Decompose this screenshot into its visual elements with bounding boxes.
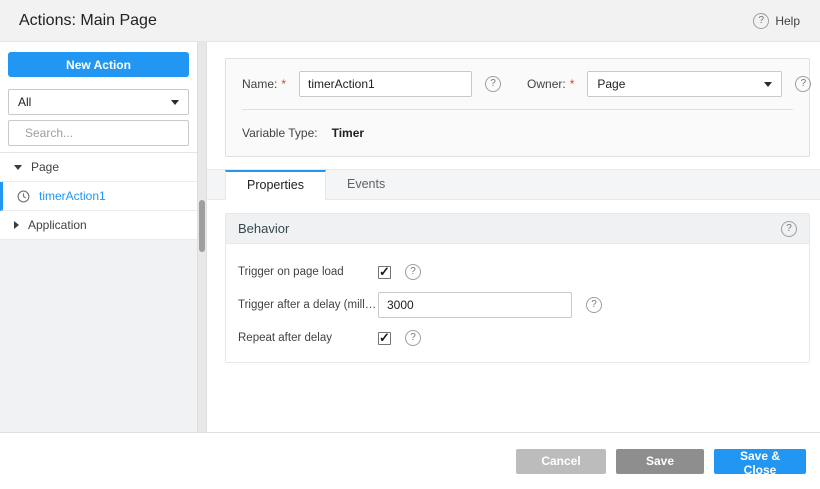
tree-group-page[interactable]: Page — [0, 153, 197, 182]
behavior-panel-body: Trigger on page load ? Trigger after a d… — [226, 244, 809, 362]
save-button[interactable]: Save — [616, 448, 704, 474]
sidebar-scrollbar-track[interactable] — [197, 42, 207, 432]
action-summary-box: Name: * ? Owner: * Page ? Variable Type:… — [225, 58, 812, 157]
trigger-on-page-load-checkbox[interactable] — [378, 264, 391, 280]
owner-label: Owner: — [527, 77, 566, 91]
cancel-button[interactable]: Cancel — [516, 448, 606, 474]
tree-group-label: Page — [31, 160, 60, 174]
name-owner-row: Name: * ? Owner: * Page ? — [226, 59, 812, 109]
tree-group-label: Application — [28, 218, 87, 232]
actions-sidebar: New Action All Page tim — [0, 42, 197, 432]
action-editor-main: Name: * ? Owner: * Page ? Variable Type:… — [207, 42, 820, 432]
trigger-after-delay-label: Trigger after a delay (millisec... — [238, 299, 378, 311]
tree-item-label: timerAction1 — [39, 189, 106, 203]
name-label: Name: — [242, 77, 278, 91]
dialog-footer: Cancel Save Save & Close — [0, 432, 820, 489]
owner-help-icon[interactable]: ? — [795, 76, 812, 92]
tree-item-timeraction1[interactable]: timerAction1 — [0, 182, 197, 211]
trigger-after-delay-row: Trigger after a delay (millisec... ? — [238, 292, 797, 318]
variable-type-label: Variable Type: — [242, 126, 318, 140]
variable-type-row: Variable Type: Timer — [226, 110, 809, 156]
tree-group-application[interactable]: Application — [0, 211, 197, 240]
repeat-after-delay-help-icon[interactable]: ? — [405, 330, 421, 346]
search-box — [8, 120, 189, 146]
search-input[interactable] — [25, 126, 180, 140]
help-label: Help — [775, 13, 800, 28]
tab-properties[interactable]: Properties — [225, 170, 326, 200]
repeat-after-delay-label: Repeat after delay — [238, 332, 332, 344]
caret-right-icon — [14, 221, 19, 229]
sidebar-filler — [0, 240, 197, 432]
trigger-on-page-load-label: Trigger on page load — [238, 266, 344, 278]
behavior-panel-header: Behavior ? — [226, 214, 809, 244]
owner-group: Owner: * Page ? — [527, 71, 812, 97]
caret-down-icon — [14, 164, 22, 170]
help-question-icon: ? — [753, 12, 770, 29]
clock-icon — [17, 190, 30, 202]
trigger-after-delay-input[interactable] — [378, 292, 572, 318]
trigger-on-page-load-help-icon[interactable]: ? — [405, 264, 421, 280]
new-action-button[interactable]: New Action — [8, 52, 189, 77]
name-input[interactable] — [299, 71, 473, 97]
editor-tabstrip: Properties Events — [207, 169, 820, 200]
trigger-after-delay-help-icon[interactable]: ? — [586, 297, 602, 313]
name-help-icon[interactable]: ? — [485, 76, 502, 92]
repeat-after-delay-row: Repeat after delay ? — [238, 330, 797, 346]
dialog-header: Actions: Main Page ? Help — [0, 0, 820, 42]
behavior-section-title: Behavior — [238, 221, 290, 236]
page-title: Actions: Main Page — [19, 11, 157, 29]
owner-required-marker: * — [569, 77, 575, 91]
trigger-on-page-load-row: Trigger on page load ? — [238, 264, 797, 280]
repeat-after-delay-checkbox[interactable] — [378, 330, 391, 346]
behavior-help-icon[interactable]: ? — [781, 220, 797, 237]
sidebar-scrollbar-thumb[interactable] — [199, 200, 205, 252]
variable-type-value: Timer — [331, 126, 365, 140]
tab-events[interactable]: Events — [326, 170, 406, 199]
owner-dropdown-value: Page — [597, 77, 626, 91]
behavior-panel: Behavior ? Trigger on page load ? Trigge… — [225, 213, 810, 363]
filter-dropdown-value: All — [18, 95, 32, 109]
owner-dropdown[interactable]: Page — [587, 71, 783, 97]
help-button[interactable]: ? Help — [753, 12, 800, 29]
chevron-down-icon — [171, 99, 179, 105]
save-and-close-button[interactable]: Save & Close — [714, 448, 806, 477]
chevron-down-icon — [764, 81, 773, 87]
actions-tree: Page timerAction1 Application — [0, 152, 197, 240]
name-required-marker: * — [281, 77, 287, 91]
filter-dropdown[interactable]: All — [8, 89, 189, 115]
